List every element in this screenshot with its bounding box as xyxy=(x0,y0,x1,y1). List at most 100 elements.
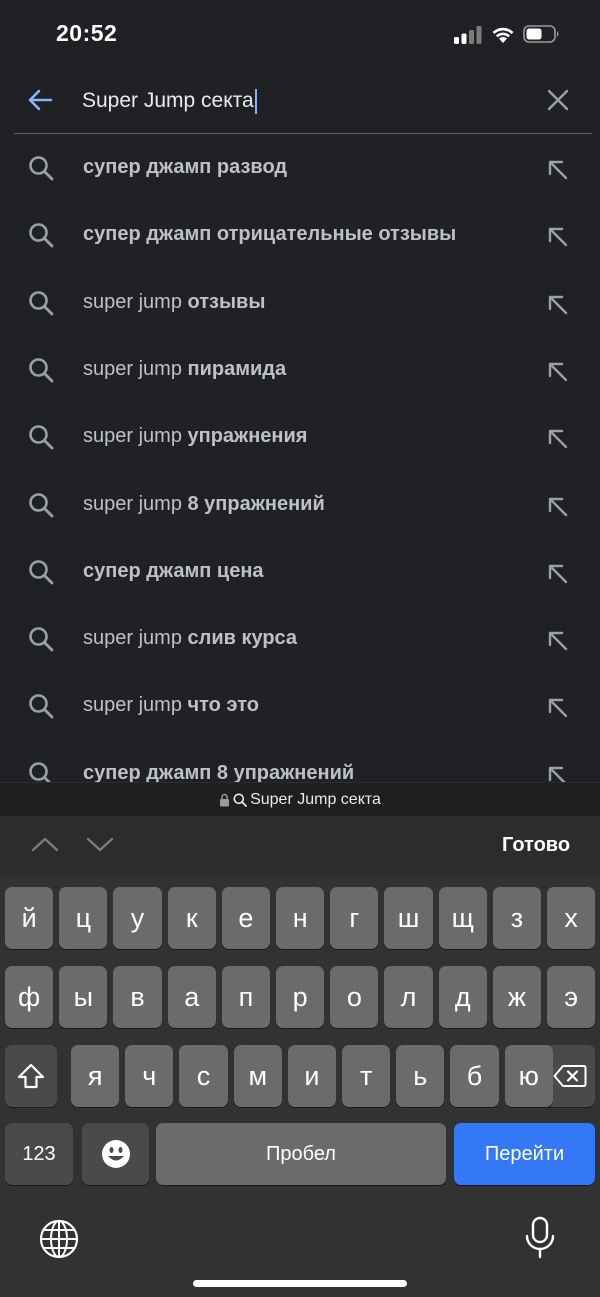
key-letter[interactable]: у xyxy=(113,887,162,949)
microphone-icon[interactable] xyxy=(524,1216,556,1260)
key-letter[interactable]: щ xyxy=(438,887,487,949)
suggestion-completion: 8 упражнений xyxy=(187,493,325,515)
search-input[interactable]: Super Jump секта xyxy=(82,86,257,116)
safari-url-bar[interactable]: Super Jump секта xyxy=(0,782,600,816)
suggestion-text: super jump 8 упражнений xyxy=(83,493,325,516)
search-icon xyxy=(29,425,54,450)
key-letter[interactable]: ш xyxy=(384,887,433,949)
key-letter[interactable]: ы xyxy=(59,966,108,1028)
fill-arrow-icon[interactable] xyxy=(544,493,572,521)
suggestion-item[interactable]: super jump 8 упражнений xyxy=(0,471,600,538)
key-letter[interactable]: ф xyxy=(5,966,54,1028)
key-letter[interactable]: р xyxy=(276,966,325,1028)
key-letter[interactable]: с xyxy=(179,1045,228,1107)
fill-arrow-icon[interactable] xyxy=(544,627,572,655)
battery-icon xyxy=(523,25,559,43)
key-letter[interactable]: п xyxy=(221,966,271,1028)
key-letter[interactable]: о xyxy=(330,966,379,1028)
suggestion-prefix: super jump xyxy=(83,291,188,313)
status-time: 20:52 xyxy=(56,20,118,46)
key-letter[interactable]: ь xyxy=(396,1045,445,1107)
done-button[interactable]: Готово xyxy=(502,834,570,857)
key-letter[interactable]: л xyxy=(384,966,433,1028)
suggestion-text: super jump упражнения xyxy=(83,425,307,448)
key-letter[interactable]: к xyxy=(167,887,216,949)
search-icon xyxy=(29,694,54,719)
shift-icon xyxy=(17,1063,45,1089)
suggestion-item[interactable]: super jump упражнения xyxy=(0,403,600,470)
key-letter[interactable]: й xyxy=(5,887,54,949)
key-letter[interactable]: и xyxy=(287,1045,337,1107)
suggestion-completion: супер джамп цена xyxy=(83,560,264,582)
key-letter[interactable]: д xyxy=(438,966,487,1028)
suggestion-item[interactable]: супер джамп отрицательные отзывы xyxy=(0,201,600,268)
globe-icon[interactable] xyxy=(38,1218,80,1260)
key-letter[interactable]: х xyxy=(547,887,596,949)
suggestion-item[interactable]: супер джамп развод xyxy=(0,134,600,201)
search-icon xyxy=(29,358,54,383)
suggestion-item[interactable]: супер джамп 8 упражнений xyxy=(0,740,600,782)
shift-key[interactable] xyxy=(5,1045,57,1107)
key-letter[interactable]: а xyxy=(167,966,216,1028)
search-header: Super Jump секта xyxy=(0,66,600,134)
fill-arrow-icon[interactable] xyxy=(544,762,572,782)
search-icon xyxy=(29,291,54,316)
back-arrow-icon xyxy=(28,89,53,111)
lock-icon xyxy=(220,793,230,806)
search-icon xyxy=(29,223,54,248)
fill-arrow-icon[interactable] xyxy=(544,560,572,588)
key-letter[interactable]: м xyxy=(233,1045,282,1107)
fill-arrow-icon[interactable] xyxy=(544,223,572,251)
suggestion-text: супер джамп отрицательные отзывы xyxy=(83,223,456,246)
fill-arrow-icon[interactable] xyxy=(544,291,572,319)
suggestion-item[interactable]: супер джамп цена xyxy=(0,538,600,605)
back-button[interactable] xyxy=(22,84,58,116)
go-key[interactable]: Перейти xyxy=(454,1123,595,1185)
text-caret xyxy=(254,88,257,114)
suggestion-text: супер джамп развод xyxy=(83,156,287,179)
search-icon xyxy=(29,560,54,585)
suggestion-text: super jump что это xyxy=(83,694,259,717)
fill-arrow-icon[interactable] xyxy=(544,156,572,184)
key-letter[interactable]: з xyxy=(492,887,542,949)
space-key[interactable]: Пробел xyxy=(156,1123,446,1185)
suggestion-item[interactable]: super jump пирамида xyxy=(0,336,600,403)
key-letter[interactable]: н xyxy=(276,887,325,949)
key-letter[interactable]: в xyxy=(113,966,162,1028)
wifi-icon xyxy=(492,27,514,43)
key-letter[interactable]: ч xyxy=(125,1045,174,1107)
suggestion-prefix: super jump xyxy=(83,358,188,380)
suggestion-text: super jump слив курса xyxy=(83,627,297,650)
key-letter[interactable]: ц xyxy=(59,887,108,949)
key-letter[interactable]: я xyxy=(71,1045,120,1107)
key-letter[interactable]: ю xyxy=(504,1045,553,1107)
suggestion-completion: супер джамп развод xyxy=(83,156,288,178)
status-bar: 20:52 xyxy=(0,0,600,66)
key-letter[interactable]: б xyxy=(450,1045,499,1107)
chevron-up-icon[interactable] xyxy=(30,834,60,854)
numbers-key[interactable]: 123 xyxy=(5,1123,73,1185)
suggestion-completion: супер джамп отрицательные отзывы xyxy=(83,223,457,245)
fill-arrow-icon[interactable] xyxy=(544,358,572,386)
suggestion-text: super jump пирамида xyxy=(83,358,286,381)
suggestion-item[interactable]: super jump что это xyxy=(0,672,600,739)
search-icon xyxy=(233,793,247,807)
key-letter[interactable]: е xyxy=(221,887,271,949)
suggestion-completion: отзывы xyxy=(187,291,266,313)
key-letter[interactable]: э xyxy=(547,966,596,1028)
clear-search-button[interactable] xyxy=(543,85,573,115)
fill-arrow-icon[interactable] xyxy=(544,694,572,722)
suggestion-item[interactable]: super jump слив курса xyxy=(0,605,600,672)
suggestion-item[interactable]: super jump отзывы xyxy=(0,269,600,336)
key-letter[interactable]: ж xyxy=(492,966,542,1028)
fill-arrow-icon[interactable] xyxy=(544,425,572,453)
emoji-key[interactable] xyxy=(82,1123,149,1185)
chevron-down-icon[interactable] xyxy=(85,834,115,854)
key-letter[interactable]: т xyxy=(342,1045,391,1107)
key-letter[interactable]: г xyxy=(330,887,379,949)
suggestion-text: супер джамп 8 упражнений xyxy=(83,762,354,782)
home-indicator[interactable] xyxy=(193,1280,407,1287)
suggestion-completion: упражнения xyxy=(187,425,308,447)
cellular-signal-icon xyxy=(454,26,482,44)
search-icon xyxy=(29,762,51,782)
